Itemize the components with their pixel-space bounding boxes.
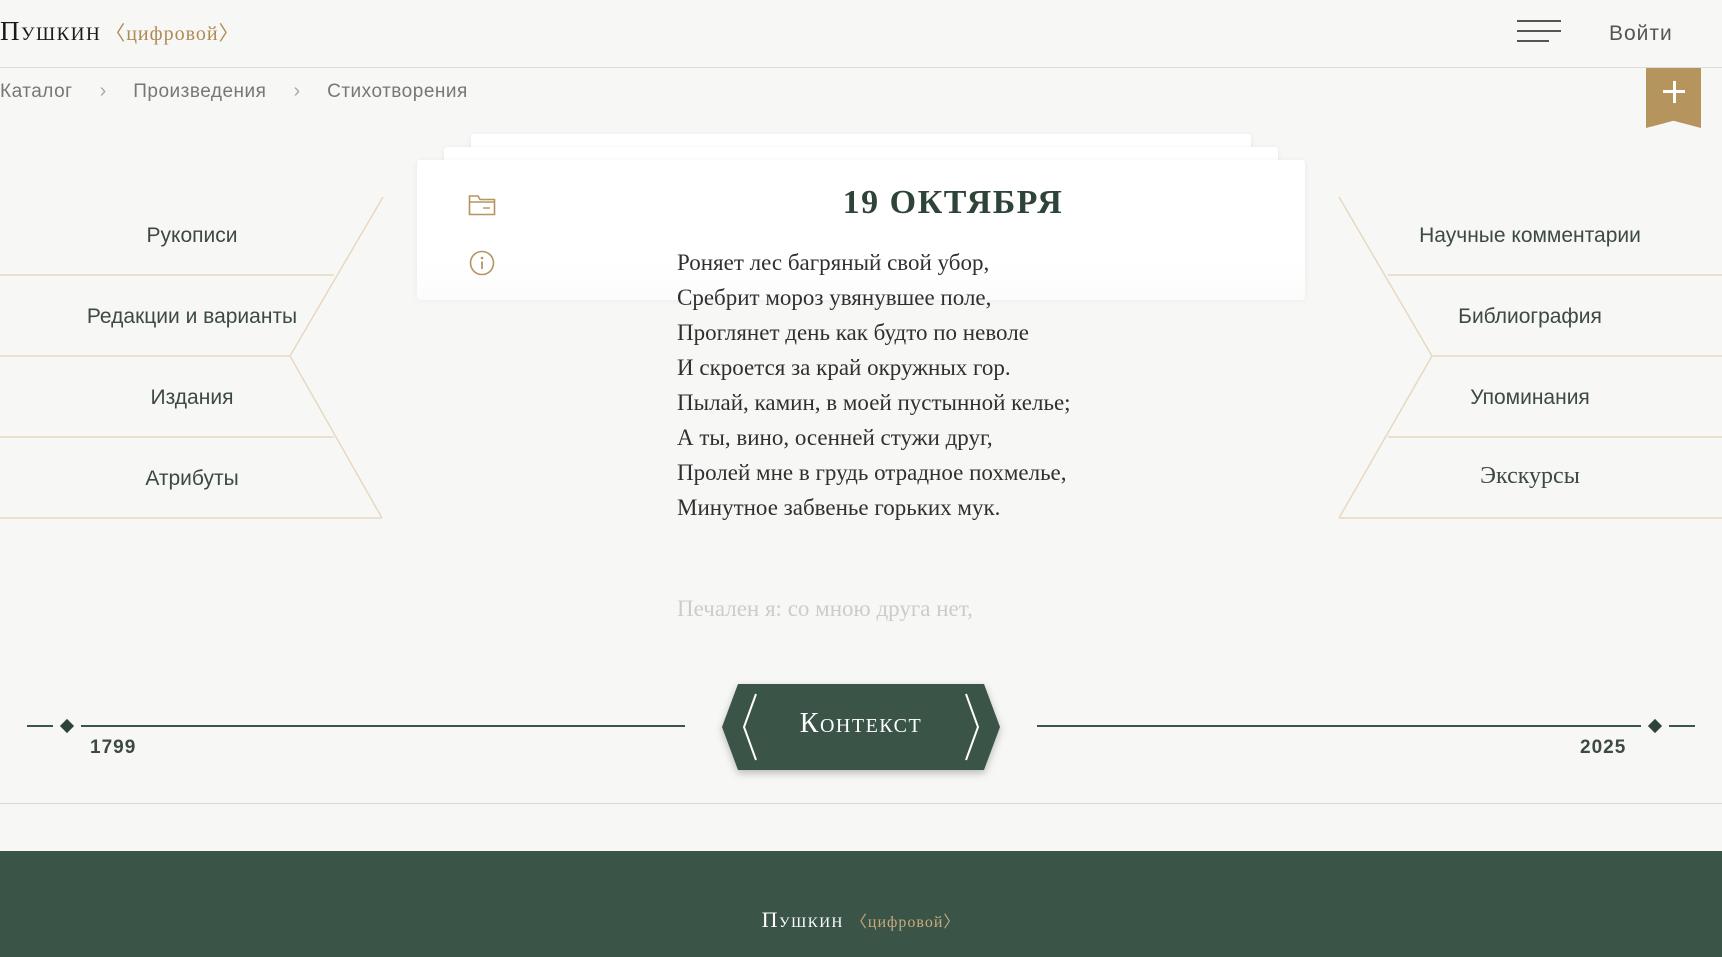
site-logo[interactable]: Пушкин 〈цифровой〉	[0, 16, 240, 47]
menu-manuscripts[interactable]: Рукописи	[42, 224, 342, 248]
menu-editions-variants[interactable]: Редакции и варианты	[42, 305, 342, 329]
poem-line: Минутное забвенье горьких мук.	[677, 495, 1001, 520]
divider	[0, 803, 1722, 804]
poem-line: Пролей мне в грудь отрадное похмелье,	[677, 460, 1067, 485]
menu-excursions[interactable]: Экскурсы	[1380, 463, 1680, 490]
hamburger-menu-icon[interactable]	[1517, 20, 1561, 44]
header	[0, 0, 1722, 68]
poem-line: Пылай, камин, в моей пустынной келье;	[677, 390, 1071, 415]
poem-next-line-faded: Печален я: со мною друга нет,	[677, 596, 973, 621]
footer-logo-text: Пушкин	[761, 907, 844, 932]
poem-line: А ты, вино, осенней стужи друг,	[677, 425, 993, 450]
footer-logo-subtitle: 〈цифровой〉	[850, 914, 961, 931]
timeline-line	[1037, 725, 1641, 727]
poem-title: 19 ОКТЯБРЯ	[842, 184, 1064, 221]
chevron-right-icon: ›	[293, 80, 301, 102]
timeline-line	[81, 725, 685, 727]
menu-scholarly-comments[interactable]: Научные комментарии	[1380, 224, 1680, 248]
add-bookmark-button[interactable]	[1646, 68, 1701, 128]
menu-attributes[interactable]: Атрибуты	[42, 467, 342, 491]
breadcrumb: Каталог › Произведения › Стихотворения	[0, 80, 468, 103]
info-icon[interactable]	[469, 250, 495, 276]
poem-line: И скроется за край окружных гор.	[677, 355, 1011, 380]
breadcrumb-catalog[interactable]: Каталог	[0, 81, 73, 103]
logo-subtitle: 〈цифровой〉	[105, 23, 240, 45]
footer-logo[interactable]: Пушкин 〈цифровой〉	[0, 907, 1722, 933]
timeline-start-marker[interactable]	[59, 718, 75, 734]
poem-text: Роняет лес багряный свой убор, Сребрит м…	[677, 245, 1071, 525]
chevron-right-icon: ›	[99, 80, 107, 102]
timeline-end-year: 2025	[1580, 737, 1627, 758]
poem-line: Проглянет день как будто по неволе	[677, 320, 1029, 345]
timeline-end-marker[interactable]	[1647, 718, 1663, 734]
menu-mentions[interactable]: Упоминания	[1380, 386, 1680, 410]
poem-line: Роняет лес багряный свой убор,	[677, 250, 990, 275]
timeline-line	[27, 725, 53, 727]
menu-bibliography[interactable]: Библиография	[1380, 305, 1680, 329]
breadcrumb-works[interactable]: Произведения	[133, 81, 266, 103]
timeline-line	[1669, 725, 1695, 727]
footer	[0, 851, 1722, 957]
login-link[interactable]: Войти	[1609, 22, 1673, 46]
breadcrumb-poems[interactable]: Стихотворения	[327, 81, 468, 103]
timeline-start-year: 1799	[90, 737, 137, 758]
menu-publications[interactable]: Издания	[42, 386, 342, 410]
context-button-label[interactable]: Контекст	[722, 708, 1000, 740]
poem-line: Сребрит мороз увянувшее поле,	[677, 285, 992, 310]
logo-text: Пушкин	[0, 16, 102, 46]
